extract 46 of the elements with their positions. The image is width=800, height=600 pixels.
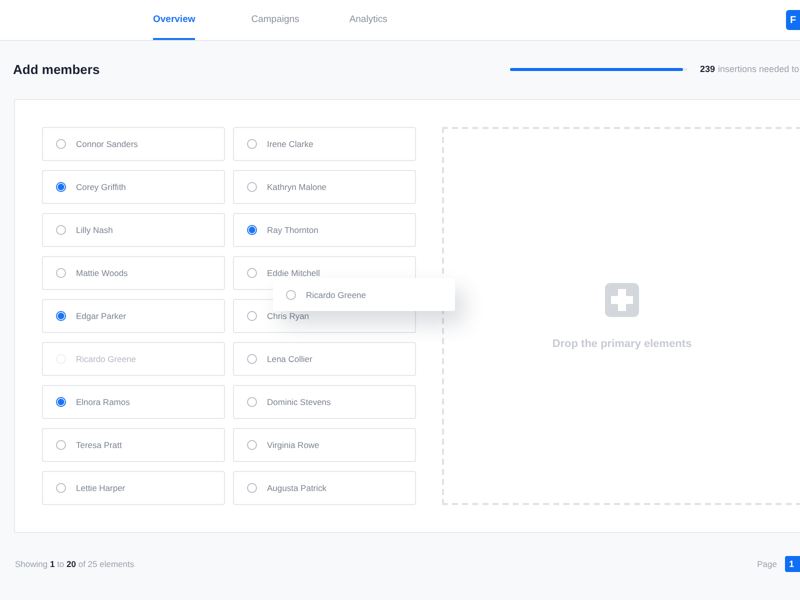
radio-button[interactable] — [56, 182, 66, 192]
radio-button[interactable] — [56, 311, 66, 321]
member-option[interactable]: Irene Clarke — [233, 127, 416, 161]
nav-tab[interactable]: Analytics — [349, 0, 388, 40]
drag-preview-tooltip[interactable]: Ricardo Greene — [273, 278, 455, 311]
add-icon — [605, 282, 639, 316]
radio-button[interactable] — [56, 268, 66, 278]
radio-button[interactable] — [56, 225, 66, 235]
radio-button[interactable] — [247, 311, 257, 321]
nav-tab[interactable]: Campaigns — [251, 0, 300, 40]
header-button[interactable]: F — [786, 10, 800, 30]
member-option[interactable]: Dominic Stevens — [233, 385, 416, 419]
page-title: Add members — [13, 62, 100, 76]
nav-tab[interactable]: Overview — [153, 0, 196, 40]
drop-zone-label: Drop the primary elements — [552, 338, 692, 350]
radio-button[interactable] — [247, 268, 257, 278]
radio-button[interactable] — [286, 290, 296, 300]
pagination-summary: Showing 1 to 20 of 25 elements — [15, 559, 134, 569]
radio-button[interactable] — [247, 483, 257, 493]
member-option[interactable]: Corey Griffith — [42, 170, 225, 204]
member-option[interactable]: Lena Collier — [233, 342, 416, 376]
radio-button[interactable] — [56, 440, 66, 450]
member-option[interactable]: Elnora Ramos — [42, 385, 225, 419]
radio-button[interactable] — [247, 225, 257, 235]
radio-button[interactable] — [247, 182, 257, 192]
member-option[interactable]: Teresa Pratt — [42, 428, 225, 462]
radio-button[interactable] — [247, 139, 257, 149]
insertions-label: insertions needed to — [718, 64, 800, 74]
insertions-count: 239 — [700, 64, 716, 74]
radio-button[interactable] — [56, 397, 66, 407]
member-option[interactable]: Lilly Nash — [42, 213, 225, 247]
page-label: Page — [757, 559, 777, 569]
member-option[interactable]: Mattie Woods — [42, 256, 225, 290]
member-option[interactable]: Edgar Parker — [42, 299, 225, 333]
radio-button[interactable] — [56, 483, 66, 493]
member-option[interactable]: Ray Thornton — [233, 213, 416, 247]
radio-button[interactable] — [247, 354, 257, 364]
member-option[interactable]: Connor Sanders — [42, 127, 225, 161]
member-option[interactable]: Virginia Rowe — [233, 428, 416, 462]
member-option[interactable]: Kathryn Malone — [233, 170, 416, 204]
page-button[interactable]: 1 — [785, 556, 800, 572]
member-option[interactable]: Augusta Patrick — [233, 471, 416, 505]
radio-button[interactable] — [247, 397, 257, 407]
radio-button[interactable] — [247, 440, 257, 450]
member-option[interactable]: Lettie Harper — [42, 471, 225, 505]
radio-button[interactable] — [56, 139, 66, 149]
